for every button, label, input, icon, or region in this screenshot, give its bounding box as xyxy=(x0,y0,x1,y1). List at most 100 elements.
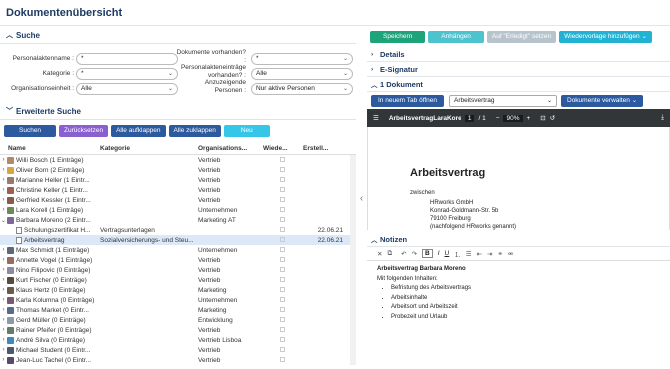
table-row[interactable]: ⌄ Barbara Moreno (2 Eintr... Marketing AT xyxy=(0,215,356,225)
pane-splitter[interactable]: ‹ xyxy=(356,27,367,369)
table-row[interactable]: › Oliver Born (2 Einträge) Vertrieb xyxy=(0,165,356,175)
col-category[interactable]: Kategorie xyxy=(100,145,198,152)
open-new-tab-button[interactable]: In neuem Tab öffnen xyxy=(371,95,445,107)
row-org: Entwicklung xyxy=(198,316,233,324)
zoom-out-icon[interactable]: − xyxy=(496,115,500,122)
notes-section[interactable]: ︿ Notizen xyxy=(367,232,670,247)
cut-icon[interactable]: ✕ xyxy=(377,250,382,258)
col-wiedervorlage[interactable]: Wiede... xyxy=(263,145,303,152)
row-org: Unternehmen xyxy=(198,246,238,254)
copy-icon[interactable]: ⧉ xyxy=(387,250,392,258)
table-row[interactable]: › Klaus Hertz (0 Einträge) Marketing xyxy=(0,285,356,295)
document-select[interactable]: Arbeitsvertrag ⌄ xyxy=(449,95,557,107)
pdf-filename: ArbeitsvertragLaraKore... xyxy=(388,114,461,122)
zoom-value[interactable]: 90% xyxy=(503,114,523,122)
redo-icon[interactable]: ↷ xyxy=(412,250,417,258)
table-row[interactable]: › Kurt Fischer (0 Einträge) Vertrieb xyxy=(0,275,356,285)
extended-search-header[interactable]: ﹀ Erweiterte Suche xyxy=(0,103,356,120)
new-button[interactable]: Neu xyxy=(223,125,270,137)
kategorie-select[interactable]: * ⌄ xyxy=(76,68,178,80)
col-name[interactable]: Name xyxy=(0,145,100,152)
table-row[interactable]: › Michael Student (0 Eintr... Vertrieb xyxy=(0,345,356,355)
chevron-right-icon[interactable]: › xyxy=(0,257,7,263)
chevron-right-icon[interactable]: › xyxy=(0,277,7,283)
chevron-right-icon[interactable]: › xyxy=(0,327,7,333)
note-editor[interactable]: Arbeitsvertrag Barbara Moreno Mit folgen… xyxy=(367,261,670,326)
outdent-icon[interactable]: ⇤ xyxy=(477,250,482,258)
chevron-right-icon[interactable]: › xyxy=(0,197,7,203)
table-row[interactable]: › Gerd Müller (0 Einträge) Entwicklung xyxy=(0,315,356,325)
manage-documents-button[interactable]: Dokumente verwalten ⌄ xyxy=(561,95,644,107)
menu-icon[interactable]: ☰ xyxy=(373,114,379,122)
pdf-viewer: ☰ ArbeitsvertragLaraKore... 1 / 1 − 90% … xyxy=(367,109,670,230)
mark-done-button[interactable]: Auf "Erledigt" setzen xyxy=(486,31,557,43)
chevron-right-icon[interactable]: › xyxy=(0,267,7,273)
unlink-icon[interactable]: ⚮ xyxy=(508,250,513,258)
chevron-right-icon[interactable]: › xyxy=(0,167,7,173)
collapse-all-button[interactable]: Alle zuklappen xyxy=(168,125,221,137)
table-row[interactable]: › André Silva (0 Einträge) Vertrieb Lisboa xyxy=(0,335,356,345)
chevron-right-icon[interactable]: › xyxy=(0,207,7,213)
numbered-list-icon[interactable]: ⒈ xyxy=(454,249,461,259)
chevron-down-icon: ⌄ xyxy=(546,98,552,104)
chevron-right-icon[interactable]: › xyxy=(0,337,7,343)
esignature-section[interactable]: › E-Signatur xyxy=(367,62,670,77)
table-row[interactable]: › Gerfried Kessler (1 Eintr... Vertrieb xyxy=(0,195,356,205)
link-icon[interactable]: ⚭ xyxy=(497,250,502,258)
dok-select[interactable]: * ⌄ xyxy=(251,53,353,65)
undo-icon[interactable]: ↶ xyxy=(401,250,406,258)
italic-icon[interactable]: I xyxy=(438,250,440,257)
pae-select[interactable]: Alle ⌄ xyxy=(251,68,353,80)
expand-all-button[interactable]: Alle aufklappen xyxy=(111,125,166,137)
details-section[interactable]: › Details xyxy=(367,47,670,62)
chevron-right-icon[interactable]: › xyxy=(0,287,7,293)
chevron-right-icon[interactable]: › xyxy=(0,157,7,163)
fit-page-icon[interactable]: ⊡ xyxy=(540,114,545,122)
col-erstellt[interactable]: Erstell... xyxy=(303,145,343,152)
chevron-down-icon[interactable]: ⌄ xyxy=(0,217,7,224)
pdf-page-input[interactable]: 1 xyxy=(464,114,475,122)
table-row[interactable]: › Thomas Market (0 Eintr... Marketing xyxy=(0,305,356,315)
rotate-icon[interactable]: ↺ xyxy=(550,114,555,122)
search-button[interactable]: Suchen xyxy=(4,125,57,137)
table-row[interactable]: › Willi Bosch (1 Einträge) Vertrieb xyxy=(0,155,356,165)
reset-button[interactable]: Zurücksetzen xyxy=(59,125,109,137)
chevron-right-icon[interactable]: › xyxy=(0,307,7,313)
bold-icon[interactable]: B xyxy=(422,249,433,258)
underline-icon[interactable]: U xyxy=(445,250,450,257)
chevron-right-icon[interactable]: › xyxy=(0,347,7,353)
indent-icon[interactable]: ⇥ xyxy=(487,250,492,258)
table-row[interactable]: › Karla Kolumna (0 Einträge) Unternehmen xyxy=(0,295,356,305)
chevron-right-icon[interactable]: › xyxy=(0,247,7,253)
anz-select[interactable]: Nur aktive Personen ⌄ xyxy=(251,83,353,95)
attach-button[interactable]: Anhängen xyxy=(428,31,484,43)
download-icon[interactable]: ⤓ xyxy=(661,114,664,122)
table-row[interactable]: › Annette Vogel (1 Einträge) Vertrieb xyxy=(0,255,356,265)
table-row[interactable]: › Christine Keller (1 Eintr... Vertrieb xyxy=(0,185,356,195)
search-section-header[interactable]: ︿ Suche xyxy=(0,27,356,44)
documents-section[interactable]: ︿ 1 Dokument xyxy=(367,77,670,92)
table-row[interactable]: Schulungszertifikat H... Vertragsunterlag… xyxy=(0,225,356,235)
add-reminder-button[interactable]: Wiedervorlage hinzufügen ⌄ xyxy=(559,31,652,43)
table-row[interactable]: › Max Schmidt (1 Einträge) Unternehmen xyxy=(0,245,356,255)
table-row[interactable]: › Rainer Pfeifer (0 Einträge) Vertrieb xyxy=(0,325,356,335)
table-row[interactable]: Arbeitsvertrag Sozialversicherungs- und S… xyxy=(0,235,356,245)
save-button[interactable]: Speichern xyxy=(370,31,426,43)
akte-input[interactable]: * xyxy=(76,53,178,65)
document-icon xyxy=(16,236,22,244)
chevron-right-icon[interactable]: › xyxy=(0,187,7,193)
org-select[interactable]: Alle ⌄ xyxy=(76,83,178,95)
avatar xyxy=(7,196,14,204)
col-org[interactable]: Organisations... xyxy=(198,145,263,152)
zoom-in-icon[interactable]: + xyxy=(527,115,531,122)
chevron-right-icon[interactable]: › xyxy=(0,177,7,183)
row-label: Karla Kolumna (0 Einträge) xyxy=(16,296,95,304)
table-row[interactable]: › Marianne Heller (1 Eintr... Vertrieb xyxy=(0,175,356,185)
chevron-right-icon[interactable]: › xyxy=(0,317,7,323)
chevron-right-icon[interactable]: › xyxy=(0,297,7,303)
table-row[interactable]: › Nino Filipovic (0 Einträge) Vertrieb xyxy=(0,265,356,275)
table-row[interactable]: › Jean-Luc Tachel (0 Eintr... Vertrieb xyxy=(0,355,356,365)
chevron-right-icon[interactable]: › xyxy=(0,357,7,363)
table-row[interactable]: › Lara Korell (1 Einträge) Unternehmen xyxy=(0,205,356,215)
bullet-list-icon[interactable]: ☰ xyxy=(466,250,472,258)
